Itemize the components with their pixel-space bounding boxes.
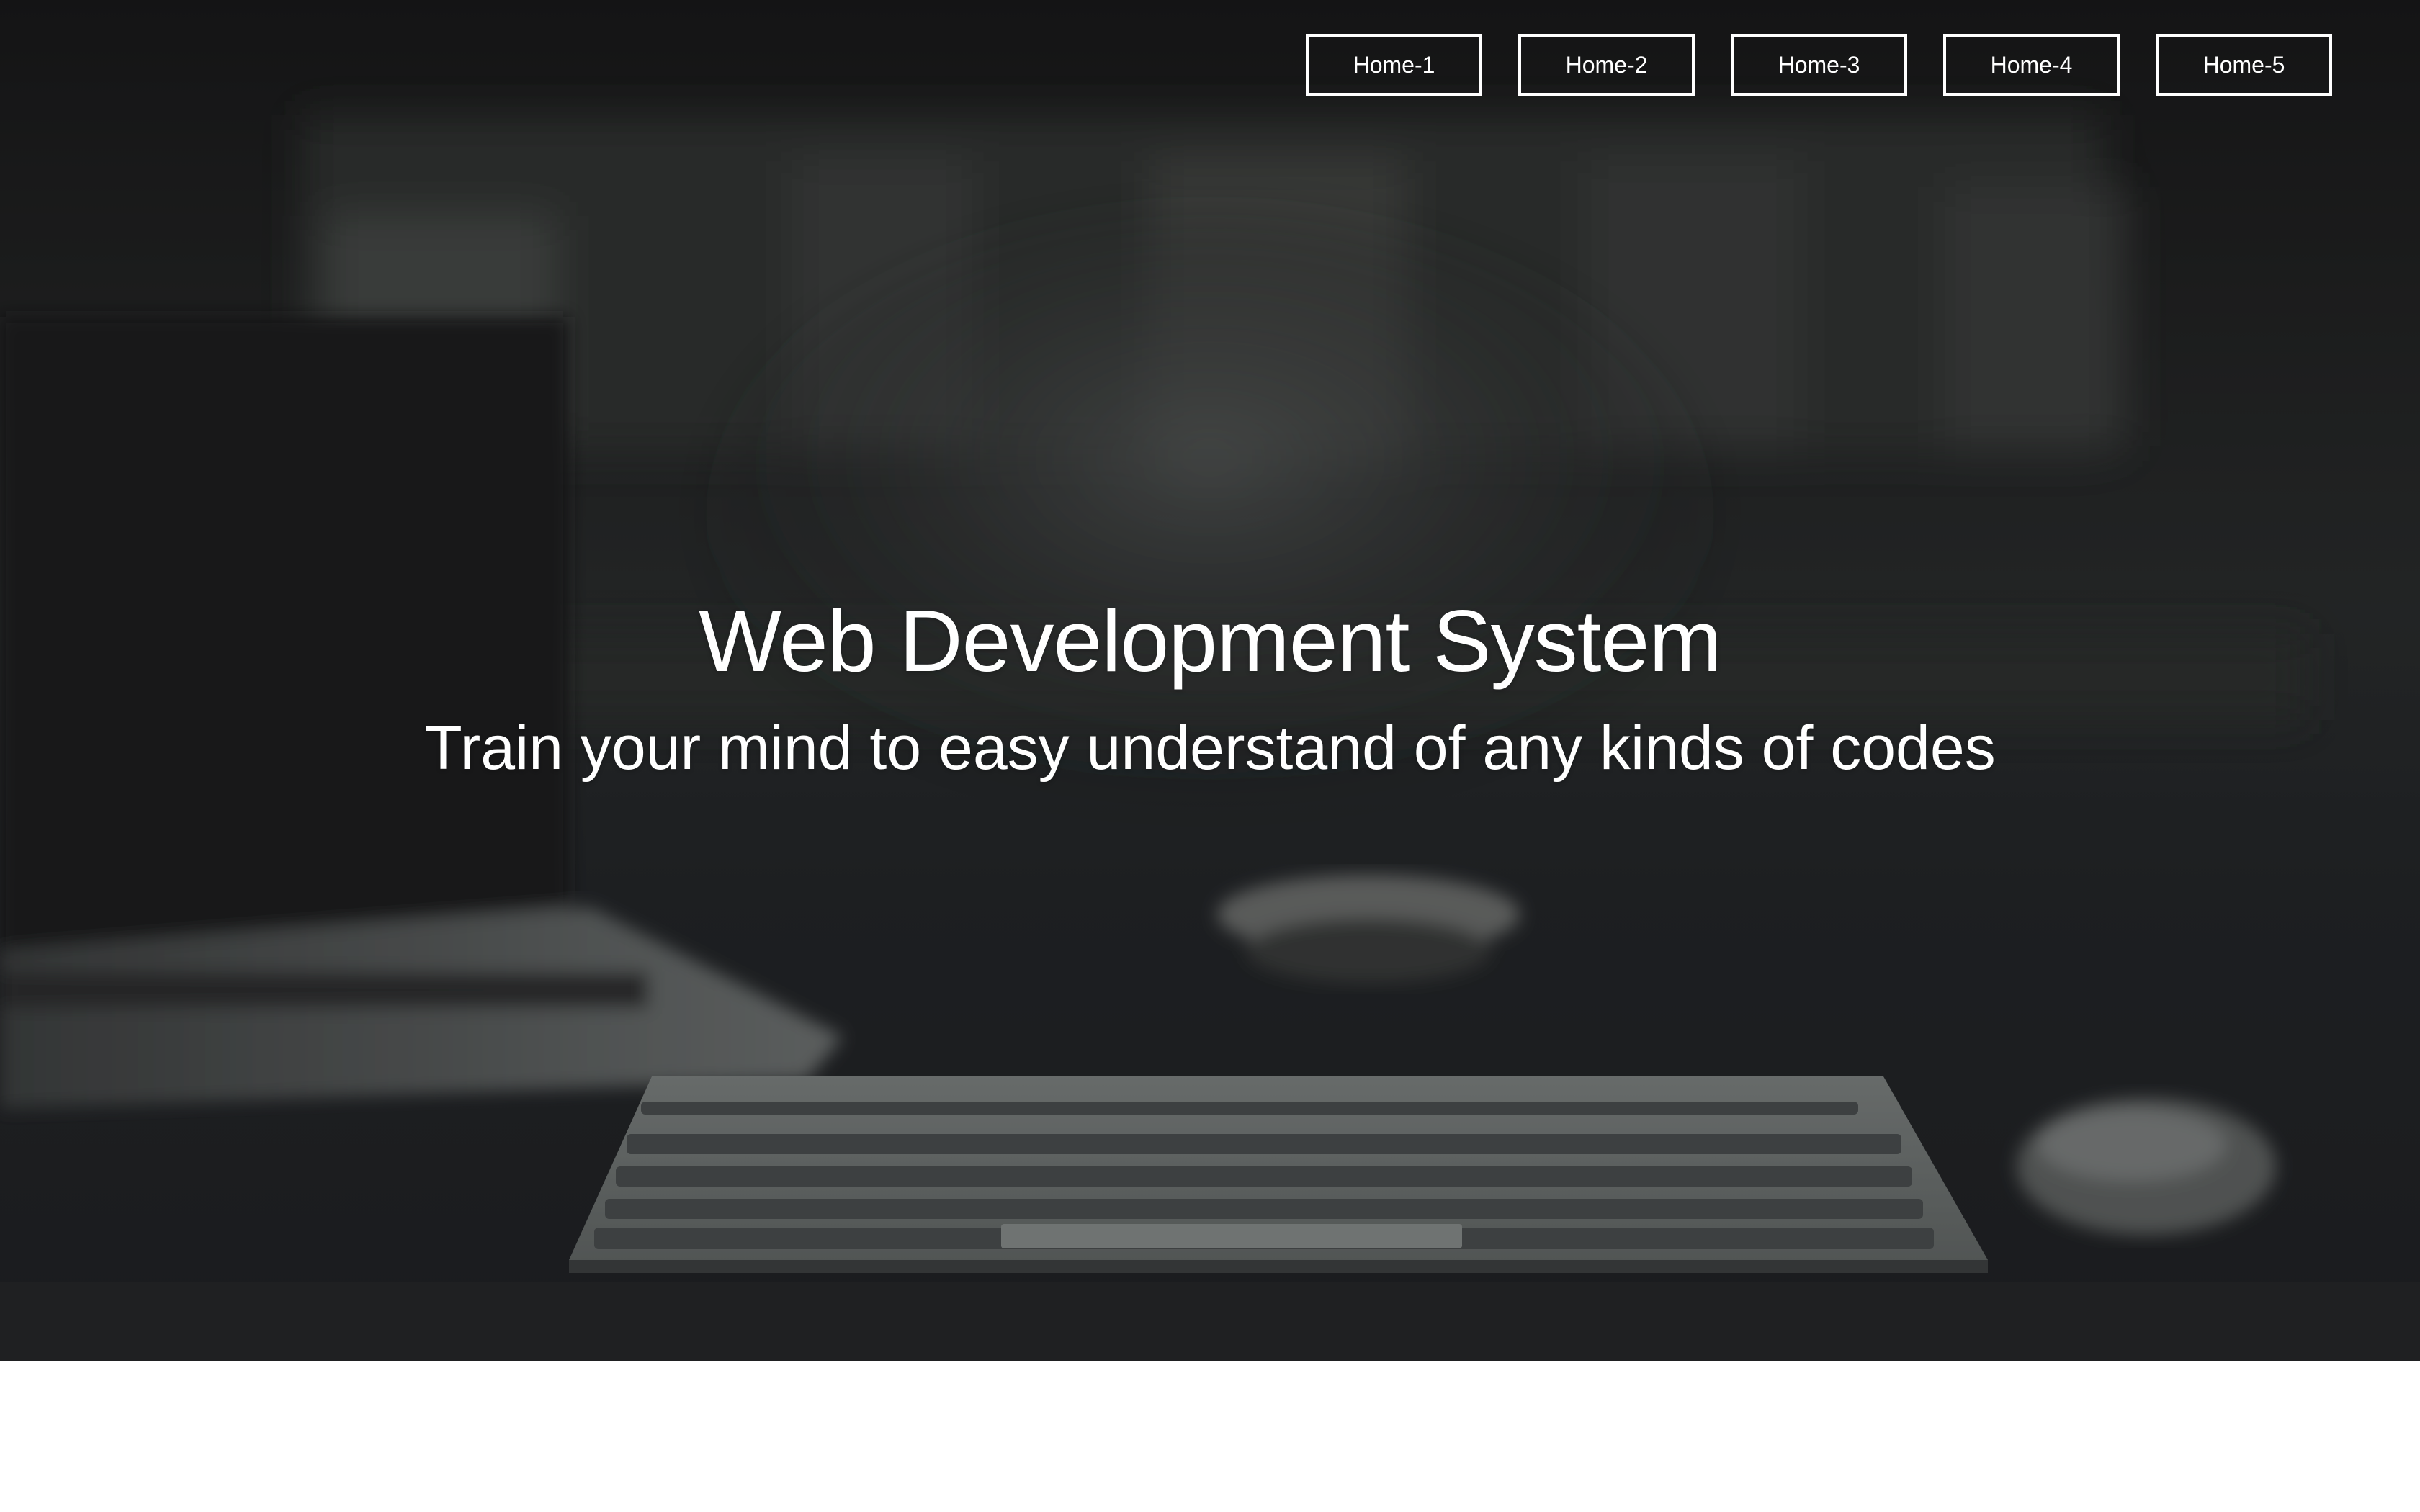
page-content-area [0,1361,2420,1512]
hero-section: Home-1 Home-2 Home-3 Home-4 Home-5 Web D… [0,0,2420,1361]
nav-home-2-button[interactable]: Home-2 [1518,34,1695,96]
nav-home-3-button[interactable]: Home-3 [1731,34,1907,96]
hero-subtitle: Train your mind to easy understand of an… [424,714,1996,783]
nav-home-1-button[interactable]: Home-1 [1306,34,1482,96]
top-nav: Home-1 Home-2 Home-3 Home-4 Home-5 [1306,34,2332,96]
nav-home-5-button[interactable]: Home-5 [2156,34,2332,96]
hero-title: Web Development System [698,592,1722,690]
nav-home-4-button[interactable]: Home-4 [1943,34,2120,96]
